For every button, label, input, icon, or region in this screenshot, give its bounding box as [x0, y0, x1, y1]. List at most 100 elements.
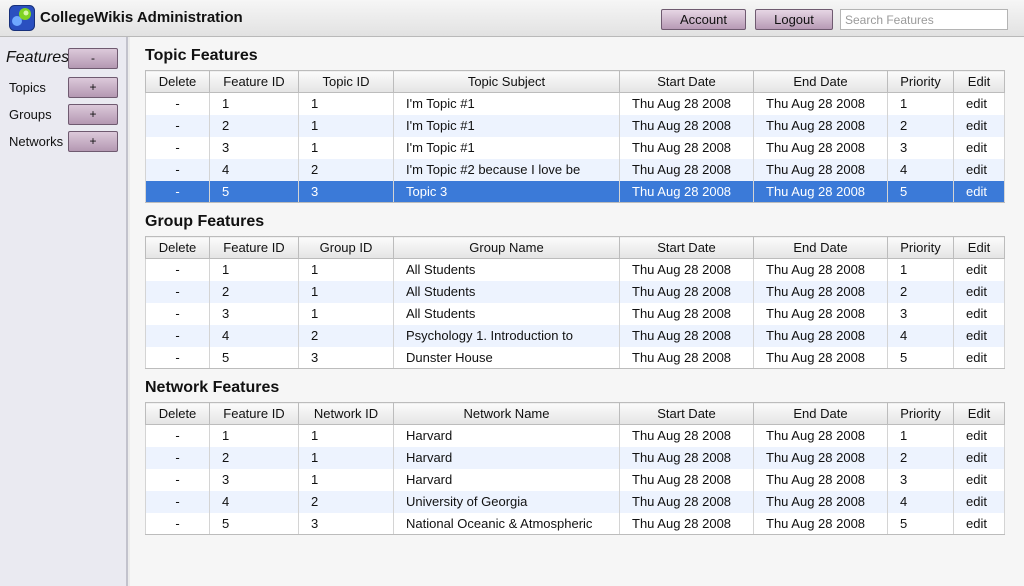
search-input[interactable]: [840, 9, 1008, 30]
cell-start-date: Thu Aug 28 2008: [619, 280, 754, 303]
header-row: Delete Feature ID Network ID Network Name St…: [145, 402, 1005, 425]
delete-button[interactable]: -: [145, 92, 210, 115]
edit-link[interactable]: edit: [953, 158, 1005, 181]
edit-link[interactable]: edit: [953, 490, 1005, 513]
column-header-entity-id[interactable]: Network ID: [298, 402, 394, 425]
column-header-entity-id[interactable]: Topic ID: [298, 70, 394, 93]
column-header-start-date[interactable]: Start Date: [619, 70, 754, 93]
add-group-feature-button[interactable]: +: [68, 104, 118, 125]
column-header-edit[interactable]: Edit: [953, 402, 1005, 425]
edit-link[interactable]: edit: [953, 468, 1005, 491]
delete-button[interactable]: -: [145, 346, 210, 369]
delete-button[interactable]: -: [145, 424, 210, 447]
edit-link[interactable]: edit: [953, 114, 1005, 137]
edit-link[interactable]: edit: [953, 346, 1005, 369]
cell-priority: 3: [887, 136, 954, 159]
column-header-name[interactable]: Topic Subject: [393, 70, 620, 93]
cell-priority: 1: [887, 258, 954, 281]
delete-button[interactable]: -: [145, 158, 210, 181]
account-button[interactable]: Account: [661, 9, 746, 30]
table-row[interactable]: -1 1 I'm Topic #1 Thu Aug 28 2008 Thu Aug 28…: [145, 92, 1005, 115]
cell-feature-id: 5: [209, 180, 299, 203]
table-row[interactable]: -1 1 Harvard Thu Aug 28 2008 Thu Aug 28 2008…: [145, 424, 1005, 447]
column-header-priority[interactable]: Priority: [887, 70, 954, 93]
edit-link[interactable]: edit: [953, 446, 1005, 469]
edit-link[interactable]: edit: [953, 180, 1005, 203]
edit-link[interactable]: edit: [953, 302, 1005, 325]
table-row[interactable]: -4 2 University of Georgia Thu Aug 28 2008 T…: [145, 490, 1005, 513]
cell-name: Harvard: [393, 446, 620, 469]
table-row[interactable]: -1 1 All Students Thu Aug 28 2008 Thu Aug 28…: [145, 258, 1005, 281]
column-header-feature-id[interactable]: Feature ID: [209, 70, 299, 93]
delete-button[interactable]: -: [145, 490, 210, 513]
cell-name: University of Georgia: [393, 490, 620, 513]
column-header-delete[interactable]: Delete: [145, 70, 210, 93]
column-header-edit[interactable]: Edit: [953, 70, 1005, 93]
column-header-feature-id[interactable]: Feature ID: [209, 236, 299, 259]
table-row[interactable]: -5 3 Dunster House Thu Aug 28 2008 Thu Aug 2…: [145, 346, 1005, 369]
edit-link[interactable]: edit: [953, 280, 1005, 303]
column-header-start-date[interactable]: Start Date: [619, 402, 754, 425]
cell-priority: 1: [887, 92, 954, 115]
delete-button[interactable]: -: [145, 180, 210, 203]
add-topic-feature-button[interactable]: +: [68, 77, 118, 98]
column-header-edit[interactable]: Edit: [953, 236, 1005, 259]
cell-entity-id: 1: [298, 280, 394, 303]
table-row[interactable]: -3 1 I'm Topic #1 Thu Aug 28 2008 Thu Aug 28…: [145, 136, 1005, 159]
delete-button[interactable]: -: [145, 512, 210, 535]
column-header-start-date[interactable]: Start Date: [619, 236, 754, 259]
column-header-end-date[interactable]: End Date: [753, 70, 888, 93]
sidebar-item-label[interactable]: Topics: [9, 80, 46, 95]
column-header-priority[interactable]: Priority: [887, 402, 954, 425]
cell-name: I'm Topic #2 because I love be: [393, 158, 620, 181]
table-row[interactable]: -4 2 I'm Topic #2 because I love be Thu Aug…: [145, 158, 1005, 181]
add-network-feature-button[interactable]: +: [68, 131, 118, 152]
cell-feature-id: 1: [209, 92, 299, 115]
delete-button[interactable]: -: [145, 302, 210, 325]
cell-start-date: Thu Aug 28 2008: [619, 490, 754, 513]
edit-link[interactable]: edit: [953, 92, 1005, 115]
sidebar-item-networks[interactable]: Networks +: [0, 131, 126, 153]
table-row[interactable]: -2 1 Harvard Thu Aug 28 2008 Thu Aug 28 2008…: [145, 446, 1005, 469]
delete-button[interactable]: -: [145, 446, 210, 469]
sidebar-item-label[interactable]: Groups: [9, 107, 52, 122]
column-header-priority[interactable]: Priority: [887, 236, 954, 259]
edit-link[interactable]: edit: [953, 512, 1005, 535]
column-header-delete[interactable]: Delete: [145, 236, 210, 259]
column-header-delete[interactable]: Delete: [145, 402, 210, 425]
delete-button[interactable]: -: [145, 114, 210, 137]
table-row[interactable]: -5 3 National Oceanic & Atmospheric Thu Aug…: [145, 512, 1005, 535]
delete-button[interactable]: -: [145, 468, 210, 491]
edit-link[interactable]: edit: [953, 136, 1005, 159]
column-header-end-date[interactable]: End Date: [753, 236, 888, 259]
cell-priority: 5: [887, 346, 954, 369]
table-row[interactable]: -4 2 Psychology 1. Introduction to Thu Aug …: [145, 324, 1005, 347]
column-header-feature-id[interactable]: Feature ID: [209, 402, 299, 425]
sidebar-features-header: Features -: [0, 48, 126, 70]
delete-button[interactable]: -: [145, 324, 210, 347]
cell-priority: 2: [887, 446, 954, 469]
sidebar-item-topics[interactable]: Topics +: [0, 77, 126, 99]
delete-button[interactable]: -: [145, 280, 210, 303]
sidebar-item-groups[interactable]: Groups +: [0, 104, 126, 126]
cell-feature-id: 3: [209, 302, 299, 325]
column-header-entity-id[interactable]: Group ID: [298, 236, 394, 259]
column-header-name[interactable]: Group Name: [393, 236, 620, 259]
column-header-end-date[interactable]: End Date: [753, 402, 888, 425]
table-row[interactable]: -2 1 All Students Thu Aug 28 2008 Thu Aug 28…: [145, 280, 1005, 303]
logout-button[interactable]: Logout: [755, 9, 833, 30]
cell-end-date: Thu Aug 28 2008: [753, 424, 888, 447]
delete-button[interactable]: -: [145, 258, 210, 281]
collapse-features-button[interactable]: -: [68, 48, 118, 69]
edit-link[interactable]: edit: [953, 424, 1005, 447]
table-row[interactable]: -2 1 I'm Topic #1 Thu Aug 28 2008 Thu Aug 28…: [145, 114, 1005, 137]
delete-button[interactable]: -: [145, 136, 210, 159]
column-header-name[interactable]: Network Name: [393, 402, 620, 425]
edit-link[interactable]: edit: [953, 324, 1005, 347]
cell-end-date: Thu Aug 28 2008: [753, 158, 888, 181]
table-row[interactable]: -5 3 Topic 3 Thu Aug 28 2008 Thu Aug 28 2008…: [145, 180, 1005, 203]
table-row[interactable]: -3 1 Harvard Thu Aug 28 2008 Thu Aug 28 2008…: [145, 468, 1005, 491]
table-row[interactable]: -3 1 All Students Thu Aug 28 2008 Thu Aug 28…: [145, 302, 1005, 325]
sidebar-item-label[interactable]: Networks: [9, 134, 63, 149]
edit-link[interactable]: edit: [953, 258, 1005, 281]
